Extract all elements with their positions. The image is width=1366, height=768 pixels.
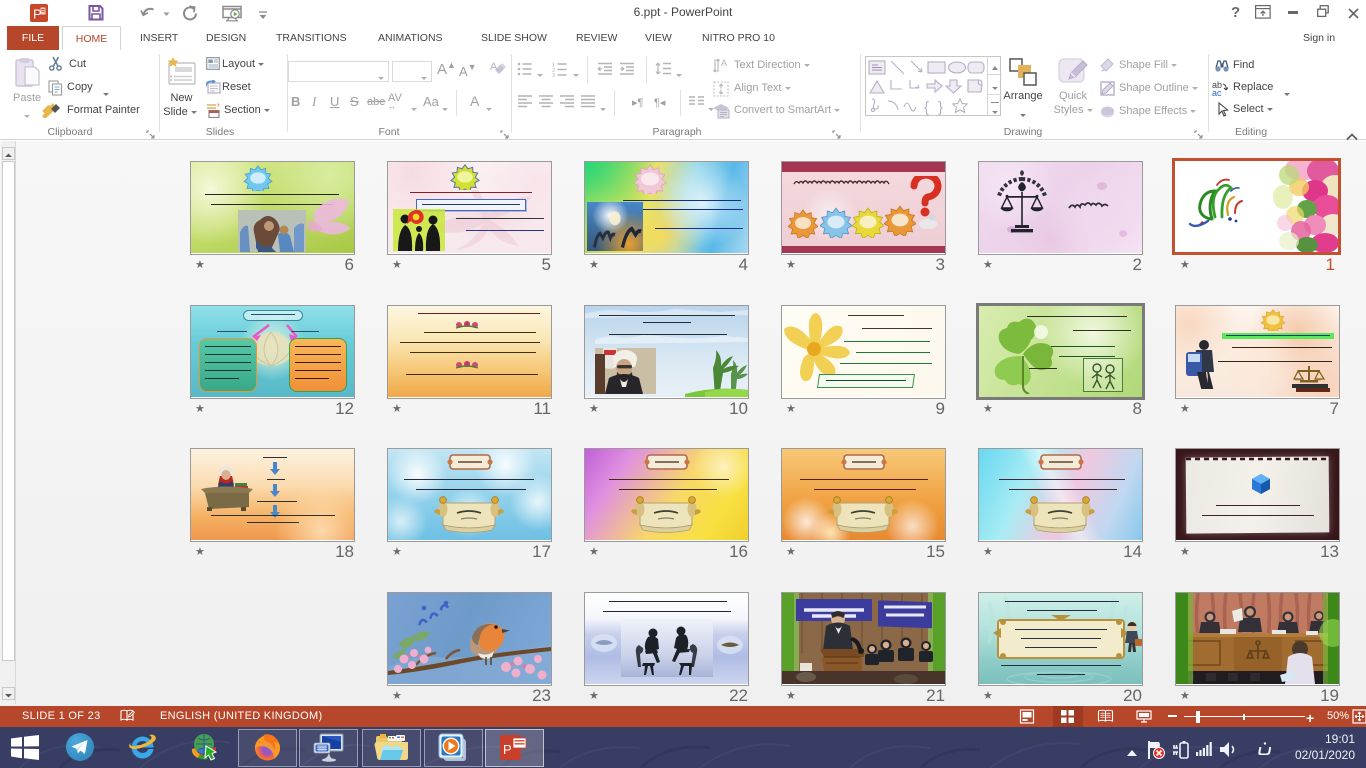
- svg-text:P: P: [503, 742, 512, 757]
- svg-text:}: }: [938, 99, 943, 115]
- svg-text:?: ?: [1231, 4, 1240, 19]
- svg-text:3: 3: [552, 73, 555, 77]
- svg-text:A: A: [721, 58, 727, 68]
- svg-text:ac: ac: [1212, 88, 1222, 97]
- svg-text:{: {: [924, 99, 929, 115]
